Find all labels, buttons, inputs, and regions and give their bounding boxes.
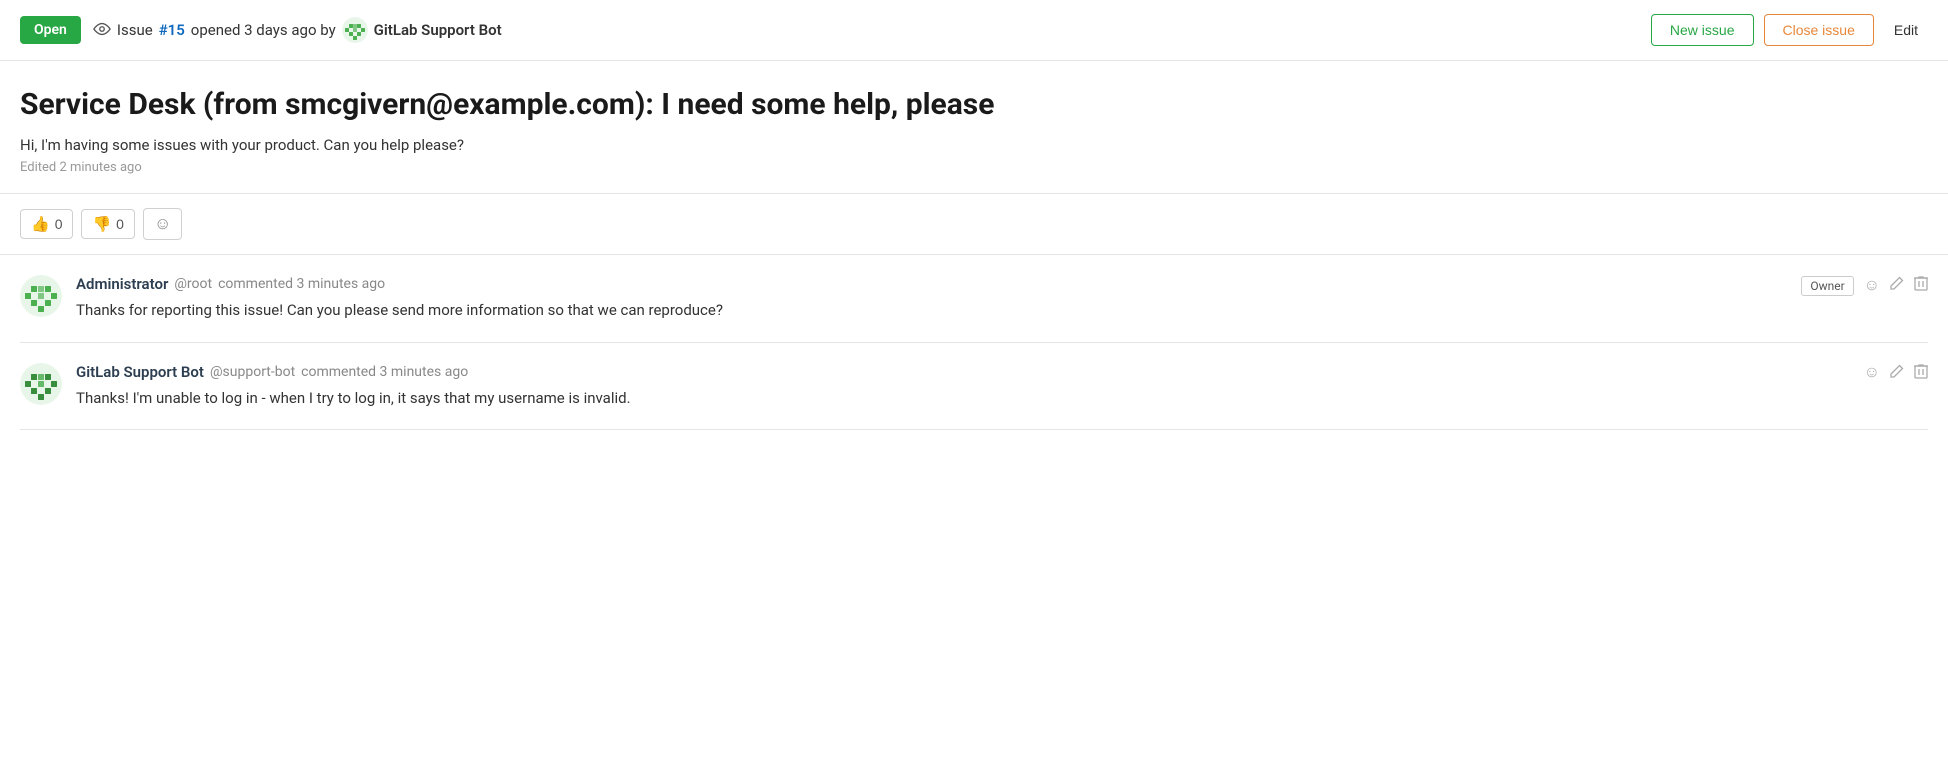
comments-section: Administrator @root commented 3 minutes … <box>0 255 1948 430</box>
comment-1: Administrator @root commented 3 minutes … <box>20 255 1928 343</box>
comment-2-username: @support-bot <box>210 364 295 380</box>
issue-opened-text: opened 3 days ago by <box>191 21 336 39</box>
issue-header: Open Issue #15 opened 3 days ago by <box>0 0 1948 61</box>
comment-1-time: commented 3 minutes ago <box>218 276 385 292</box>
issue-description: Hi, I'm having some issues with your pro… <box>20 136 1928 154</box>
comment-1-text: Thanks for reporting this issue! Can you… <box>76 299 1787 322</box>
comment-1-author: Administrator <box>76 275 168 293</box>
issue-number: #15 <box>159 21 185 39</box>
bot-name: GitLab Support Bot <box>374 21 502 39</box>
close-issue-button[interactable]: Close issue <box>1764 14 1874 46</box>
thumbs-down-count: 0 <box>116 216 124 232</box>
eye-icon <box>93 21 111 40</box>
issue-body: Service Desk (from smcgivern@example.com… <box>0 61 1948 175</box>
comment-1-username: @root <box>174 276 212 292</box>
comment-2-text: Thanks! I'm unable to log in - when I tr… <box>76 387 1850 410</box>
edit-button[interactable]: Edit <box>1884 15 1928 45</box>
comment-1-content: Administrator @root commented 3 minutes … <box>76 275 1787 322</box>
reactions-bar: 👍 0 👎 0 ☺ <box>0 193 1948 255</box>
bot-avatar-small <box>342 17 368 43</box>
delete-comment-button-2[interactable] <box>1914 363 1928 384</box>
comment-2-content: GitLab Support Bot @support-bot commente… <box>76 363 1850 410</box>
edit-comment-button-1[interactable] <box>1890 276 1904 295</box>
emoji-reaction-button-1[interactable]: ☺ <box>1864 277 1880 295</box>
edit-comment-button-2[interactable] <box>1890 364 1904 383</box>
thumbs-down-emoji: 👎 <box>92 215 111 233</box>
comment-2-actions: ☺ <box>1864 363 1928 384</box>
issue-edited: Edited 2 minutes ago <box>20 160 1928 175</box>
bot-avatar <box>20 363 62 405</box>
admin-avatar <box>20 275 62 317</box>
owner-badge: Owner <box>1801 276 1853 296</box>
thumbs-up-emoji: 👍 <box>31 215 50 233</box>
issue-meta: Issue #15 opened 3 days ago by Gi <box>93 17 1639 43</box>
comment-2-time: commented 3 minutes ago <box>301 364 468 380</box>
comment-1-actions: Owner ☺ <box>1801 275 1928 296</box>
comment-2: GitLab Support Bot @support-bot commente… <box>20 343 1928 431</box>
new-issue-button[interactable]: New issue <box>1651 14 1754 46</box>
thumbs-up-button[interactable]: 👍 0 <box>20 209 73 239</box>
comment-1-header: Administrator @root commented 3 minutes … <box>76 275 1787 293</box>
status-badge: Open <box>20 16 81 44</box>
comment-2-header: GitLab Support Bot @support-bot commente… <box>76 363 1850 381</box>
add-reaction-button[interactable]: ☺ <box>143 208 182 240</box>
comment-2-author: GitLab Support Bot <box>76 363 204 381</box>
issue-title: Service Desk (from smcgivern@example.com… <box>20 85 1928 124</box>
delete-comment-button-1[interactable] <box>1914 275 1928 296</box>
emoji-reaction-button-2[interactable]: ☺ <box>1864 364 1880 382</box>
issue-label: Issue <box>117 21 153 39</box>
thumbs-down-button[interactable]: 👎 0 <box>81 209 134 239</box>
header-actions: New issue Close issue Edit <box>1651 14 1928 46</box>
thumbs-up-count: 0 <box>55 216 63 232</box>
